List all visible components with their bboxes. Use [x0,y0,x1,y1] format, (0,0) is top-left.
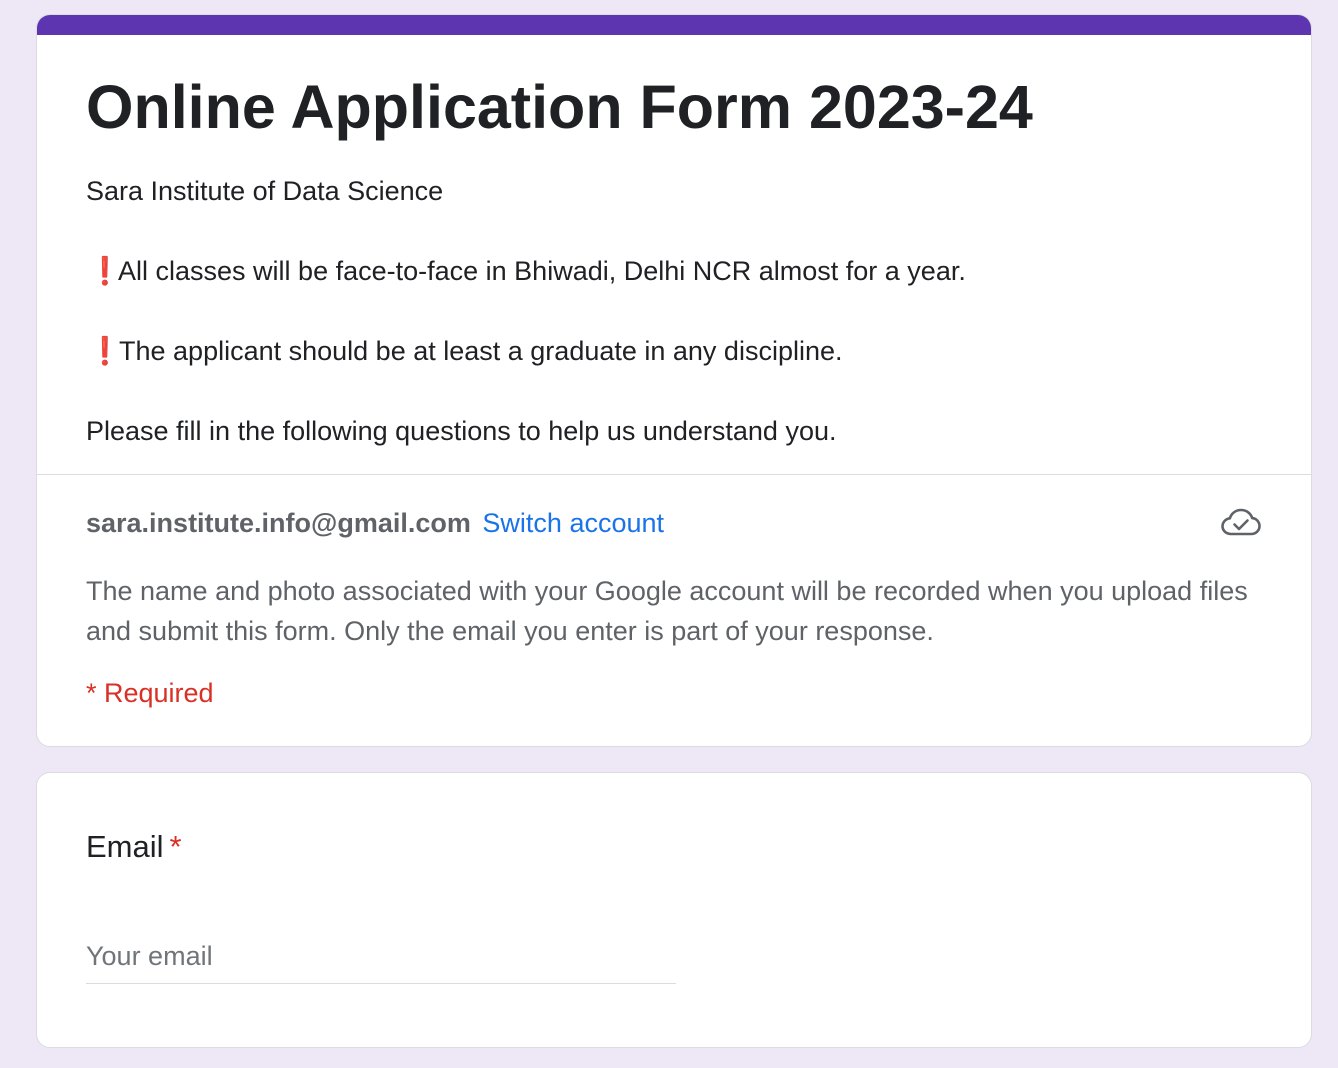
exclamation-icon: ❗ [88,336,122,366]
email-input[interactable] [86,933,676,979]
notice-eligibility-text: The applicant should be at least a gradu… [119,336,843,366]
question-label: Email * [86,827,182,867]
account-email: sara.institute.info@gmail.com [86,508,471,538]
organization-name: Sara Institute of Data Science [86,176,444,206]
switch-account-link[interactable]: Switch account [482,508,664,538]
privacy-note: The name and photo associated with your … [86,576,1248,646]
question-card-email: Email * [36,772,1312,1048]
header-divider [37,474,1311,475]
exclamation-icon: ❗ [88,256,122,286]
header-body: Online Application Form 2023-24 Sara Ins… [37,71,1311,449]
question-title: Email [86,829,164,864]
required-asterisk: * [169,829,182,864]
form-header-card: Online Application Form 2023-24 Sara Ins… [36,14,1312,747]
header-accent-bar [37,15,1311,35]
required-note: * Required [86,678,214,708]
notice-classes: ❗ All classes will be face-to-face in Bh… [86,253,1262,289]
cloud-done-icon [1220,507,1262,539]
notice-eligibility: ❗ The applicant should be at least a gra… [86,333,1262,369]
account-row: sara.institute.info@gmail.com Switch acc… [86,501,1262,545]
email-input-underline [86,933,676,984]
form-instructions: Please fill in the following questions t… [86,416,837,446]
notice-classes-text: All classes will be face-to-face in Bhiw… [118,256,966,286]
form-title: Online Application Form 2023-24 [86,73,1033,141]
account-info: sara.institute.info@gmail.com Switch acc… [86,505,664,541]
